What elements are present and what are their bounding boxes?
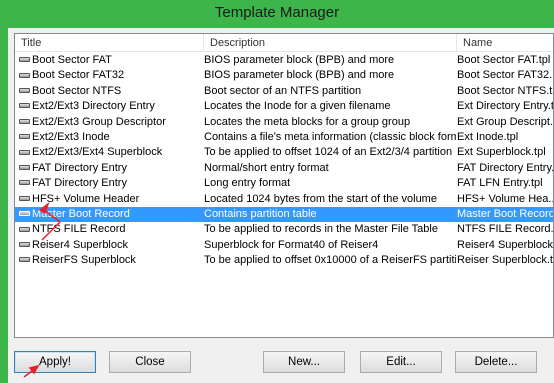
list-item-title: FAT Directory Entry bbox=[16, 176, 200, 191]
column-header-description[interactable]: Description bbox=[204, 34, 457, 52]
template-icon bbox=[19, 149, 30, 155]
list-item-title: Boot Sector FAT32 bbox=[16, 68, 200, 83]
list-item[interactable]: Ext2/Ext3 Directory Entry Locates the Ino… bbox=[15, 99, 553, 114]
list-item-description: Locates the Inode for a given filename bbox=[204, 100, 391, 113]
list-item-name: Reiser4 Superblock... bbox=[457, 238, 553, 251]
list-item-title-text: Boot Sector FAT32 bbox=[32, 69, 125, 82]
list-item-name: Ext Directory Entry.tpl bbox=[457, 100, 553, 113]
list-item-title-text: Boot Sector FAT bbox=[32, 54, 112, 66]
template-icon bbox=[19, 257, 30, 263]
list-item-title-text: Boot Sector NTFS bbox=[32, 84, 122, 97]
list-item[interactable]: Boot Sector FAT BIOS parameter block (BPB… bbox=[15, 53, 553, 68]
list-item-title: Reiser4 Superblock bbox=[16, 238, 200, 253]
list-item-description: Locates the meta blocks for a group grou… bbox=[204, 115, 411, 128]
list-item-name: Ext Superblock.tpl bbox=[457, 146, 546, 159]
template-icon bbox=[19, 134, 30, 140]
list-item-title: NTFS FILE Record bbox=[16, 222, 200, 237]
list-item-description: Long entry format bbox=[204, 177, 291, 190]
list-item-description: BIOS parameter block (BPB) and more bbox=[204, 54, 395, 66]
delete-button[interactable]: Delete... bbox=[455, 351, 537, 373]
list-item[interactable]: FAT Directory Entry Long entry format FAT … bbox=[15, 176, 553, 191]
template-icon bbox=[19, 118, 30, 124]
list-item-title: Ext2/Ext3 Group Descriptor bbox=[16, 115, 200, 130]
list-item-title-text: Ext2/Ext3 Directory Entry bbox=[32, 100, 155, 113]
column-header-title[interactable]: Title bbox=[15, 34, 204, 52]
list-item-title-text: HFS+ Volume Header bbox=[32, 192, 140, 205]
list-item[interactable]: Ext2/Ext3 Group Descriptor Locates the me… bbox=[15, 115, 553, 130]
list-item-name: Ext Inode.tpl bbox=[457, 130, 519, 143]
list-item[interactable]: Boot Sector NTFS Boot sector of an NTFS p… bbox=[15, 84, 553, 99]
list-item-title: Boot Sector FAT bbox=[16, 53, 200, 68]
list-item-title: FAT Directory Entry bbox=[16, 161, 200, 176]
list-item-title-text: FAT Directory Entry bbox=[32, 177, 127, 190]
list-item-description: Boot sector of an NTFS partition bbox=[204, 84, 362, 97]
list-item-title: Ext2/Ext3 Directory Entry bbox=[16, 99, 200, 114]
template-icon bbox=[19, 164, 30, 170]
list-item-name: NTFS FILE Record... bbox=[457, 223, 553, 236]
list-item-title: Ext2/Ext3/Ext4 Superblock bbox=[16, 145, 200, 160]
list-item-name: Boot Sector FAT32... bbox=[457, 69, 553, 82]
list-item[interactable]: NTFS FILE Record To be applied to records… bbox=[15, 222, 553, 237]
template-icon bbox=[19, 103, 30, 109]
list-item-description: Contains partition table bbox=[204, 207, 317, 220]
list-item-title: Boot Sector NTFS bbox=[16, 84, 200, 99]
list-item[interactable]: Master Boot Record Contains partition tab… bbox=[15, 206, 553, 223]
list-item-title: HFS+ Volume Header bbox=[16, 192, 200, 207]
list-item-title-text: ReiserFS Superblock bbox=[32, 254, 136, 267]
list-item-name: Ext Group Descript... bbox=[457, 115, 553, 128]
list-header: Title Description Name bbox=[15, 34, 553, 52]
list-item[interactable]: Reiser4 Superblock Superblock for Format4… bbox=[15, 238, 553, 253]
dialog-client-area: Title Description Name Boot Sector FAT BI… bbox=[8, 28, 554, 383]
close-button[interactable]: Close bbox=[109, 351, 191, 373]
list-item-name: FAT Directory Entry... bbox=[457, 161, 553, 174]
template-icon bbox=[19, 211, 30, 217]
list-item-description: To be applied to offset 0x10000 of a Rei… bbox=[204, 254, 456, 267]
list-item[interactable]: Ext2/Ext3 Inode Contains a file's meta in… bbox=[15, 130, 553, 145]
list-item[interactable]: ReiserFS Superblock To be applied to offs… bbox=[15, 253, 553, 268]
template-list[interactable]: Title Description Name Boot Sector FAT BI… bbox=[14, 33, 554, 338]
template-icon bbox=[19, 226, 30, 232]
list-item-title-text: Ext2/Ext3 Group Descriptor bbox=[32, 115, 166, 128]
list-item-title: Ext2/Ext3 Inode bbox=[16, 130, 200, 145]
template-icon bbox=[19, 180, 30, 186]
list-item-description: Contains a file's meta information (clas… bbox=[204, 130, 456, 143]
template-icon bbox=[19, 72, 30, 78]
list-item-description: Superblock for Format40 of Reiser4 bbox=[204, 238, 379, 251]
list-item[interactable]: Ext2/Ext3/Ext4 Superblock To be applied t… bbox=[15, 145, 553, 160]
list-item-name: HFS+ Volume Hea... bbox=[457, 192, 553, 205]
list-item-name: Master Boot Record... bbox=[457, 207, 553, 220]
column-header-name[interactable]: Name bbox=[457, 34, 553, 52]
list-item-title-text: Ext2/Ext3 Inode bbox=[32, 130, 110, 143]
list-item-title-text: Ext2/Ext3/Ext4 Superblock bbox=[32, 146, 163, 159]
list-item-title-text: Reiser4 Superblock bbox=[32, 238, 128, 251]
list-item[interactable]: FAT Directory Entry Normal/short entry fo… bbox=[15, 161, 553, 176]
window-title: Template Manager bbox=[214, 4, 340, 21]
list-item-description: Located 1024 bytes from the start of the… bbox=[204, 192, 437, 205]
template-icon bbox=[19, 241, 30, 247]
list-item-title: Master Boot Record bbox=[16, 207, 200, 222]
edit-button[interactable]: Edit... bbox=[360, 351, 442, 373]
new-button[interactable]: New... bbox=[263, 351, 345, 373]
list-rows: Boot Sector FAT BIOS parameter block (BPB… bbox=[15, 53, 553, 268]
list-item-title-text: Master Boot Record bbox=[32, 207, 130, 220]
list-item-title-text: FAT Directory Entry bbox=[32, 161, 127, 174]
list-item-name: Boot Sector FAT.tpl bbox=[457, 54, 551, 66]
list-item-description: BIOS parameter block (BPB) and more bbox=[204, 69, 395, 82]
template-icon bbox=[19, 195, 30, 201]
apply-button[interactable]: Apply! bbox=[14, 351, 96, 373]
list-item-name: Boot Sector NTFS.tpl bbox=[457, 84, 553, 97]
list-item-description: To be applied to records in the Master F… bbox=[204, 223, 438, 236]
template-manager-window: Template Manager Title Description Name … bbox=[0, 0, 554, 383]
list-item-description: To be applied to offset 1024 of an Ext2/… bbox=[204, 146, 453, 159]
template-icon bbox=[19, 87, 30, 93]
list-item[interactable]: Boot Sector FAT32 BIOS parameter block (B… bbox=[15, 68, 553, 83]
list-item-description: Normal/short entry format bbox=[204, 161, 329, 174]
list-item-name: FAT LFN Entry.tpl bbox=[457, 177, 543, 190]
list-item-title-text: NTFS FILE Record bbox=[32, 223, 126, 236]
list-item-title: ReiserFS Superblock bbox=[16, 253, 200, 268]
list-item[interactable]: HFS+ Volume Header Located 1024 bytes fro… bbox=[15, 192, 553, 207]
list-item-name: Reiser Superblock.tpl bbox=[457, 254, 553, 267]
template-icon bbox=[19, 57, 30, 63]
